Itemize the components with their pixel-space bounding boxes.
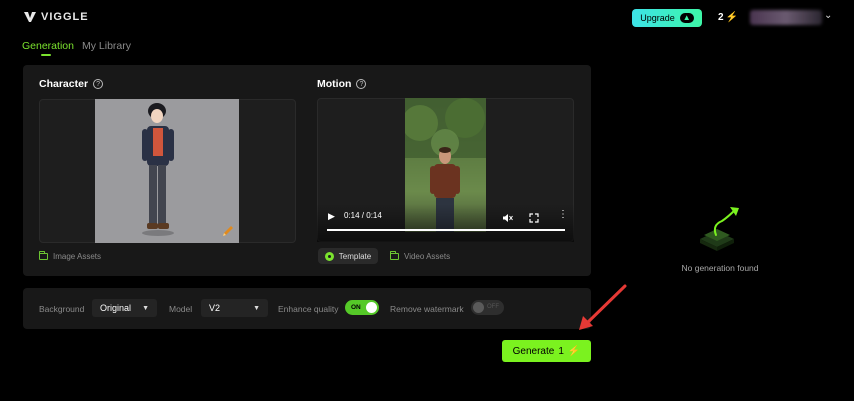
edit-pencil-icon[interactable] [221, 224, 235, 238]
background-label: Background [39, 304, 85, 314]
active-tab-indicator [41, 54, 51, 56]
model-value: V2 [209, 303, 221, 313]
motion-title: Motion [317, 78, 352, 90]
enhance-quality-label: Enhance quality [278, 304, 339, 314]
folder-icon [39, 251, 48, 260]
motion-section-title: Motion ? [317, 78, 367, 90]
tab-my-library[interactable]: My Library [82, 40, 131, 52]
viggle-logo[interactable]: VIGGLE [24, 11, 89, 23]
credits-counter: 2 ⚡ [718, 12, 738, 23]
chevron-down-icon: ▼ [142, 304, 149, 312]
brand-name: VIGGLE [41, 11, 89, 23]
video-time: 0:14 / 0:14 [344, 211, 382, 220]
video-progress-bar[interactable] [327, 229, 565, 231]
model-select[interactable]: V2 ▼ [201, 299, 268, 317]
enhance-state: ON [351, 304, 361, 311]
no-generation-text: No generation found [681, 263, 759, 273]
upgrade-button[interactable]: Upgrade ▲ [632, 9, 702, 27]
credits-value: 2 [718, 12, 724, 23]
background-value: Original [100, 303, 132, 313]
user-account-name[interactable] [750, 10, 822, 25]
viggle-logo-icon [24, 12, 36, 22]
lightning-icon: ⚡ [725, 12, 739, 23]
character-section-title: Character ? [39, 78, 104, 90]
help-icon[interactable]: ? [93, 79, 104, 89]
template-icon [324, 251, 334, 261]
red-arrow-annotation [579, 284, 627, 330]
generate-button[interactable]: Generate 1 ⚡ [502, 340, 591, 362]
upgrade-label: Upgrade [640, 13, 675, 23]
fullscreen-icon[interactable] [529, 210, 539, 223]
model-label: Model [169, 304, 193, 314]
image-assets-label: Image Assets [53, 252, 102, 261]
empty-state-illustration [700, 207, 739, 251]
help-icon[interactable]: ? [356, 79, 367, 89]
generate-cost: 1 [558, 345, 564, 357]
chevron-down-icon[interactable]: ⌄ [824, 10, 832, 21]
template-button[interactable]: Template [318, 248, 378, 264]
remove-watermark-toggle[interactable]: OFF [471, 300, 504, 315]
lightning-icon: ⚡ [567, 345, 581, 357]
enhance-quality-toggle[interactable]: ON [345, 300, 379, 315]
tab-generation[interactable]: Generation [22, 40, 74, 52]
background-select[interactable]: Original ▼ [92, 299, 157, 317]
character-title: Character [39, 78, 89, 90]
more-options-icon[interactable]: ⋮ [558, 209, 568, 220]
video-assets-label: Video Assets [404, 252, 451, 261]
image-assets-link[interactable]: Image Assets [39, 251, 102, 261]
toggle-knob [366, 302, 377, 313]
play-icon[interactable]: ▶ [328, 211, 335, 222]
template-label: Template [338, 251, 372, 261]
chevron-down-icon: ▼ [253, 304, 260, 312]
character-figure [142, 103, 174, 236]
character-image[interactable] [95, 99, 239, 243]
remove-watermark-label: Remove watermark [390, 304, 464, 314]
toggle-knob [473, 302, 484, 313]
video-assets-link[interactable]: Video Assets [390, 251, 451, 261]
arrow-up-icon: ▲ [679, 13, 694, 23]
folder-icon [390, 251, 399, 260]
mute-icon[interactable] [502, 210, 513, 222]
watermark-state: OFF [487, 304, 499, 310]
generate-label: Generate [512, 345, 555, 357]
